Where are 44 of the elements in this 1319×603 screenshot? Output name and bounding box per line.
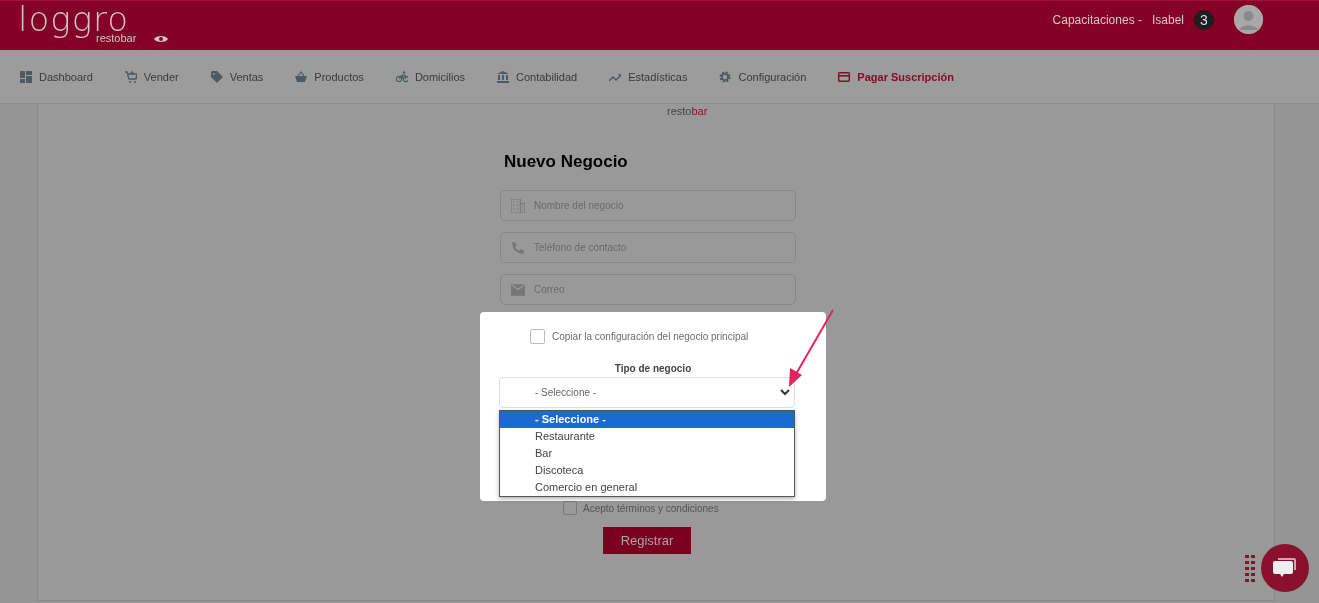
basket-icon xyxy=(295,70,308,83)
nav-link[interactable]: Dashboard xyxy=(20,70,93,83)
nav-link[interactable]: Productos xyxy=(295,70,364,83)
checkbox-label: Copiar la configuración del negocio principal xyxy=(552,331,749,342)
bank-icon xyxy=(497,70,509,83)
bike-icon xyxy=(395,70,408,83)
chat-button[interactable] xyxy=(1261,544,1309,592)
chat-icon xyxy=(1273,557,1297,579)
register-button[interactable]: Registrar xyxy=(603,527,691,554)
dropdown-option[interactable]: Discoteca xyxy=(500,462,794,479)
cart-icon xyxy=(124,70,137,83)
phone-icon xyxy=(511,240,525,255)
nav-link[interactable]: Vender xyxy=(124,70,179,83)
avatar[interactable] xyxy=(1234,5,1263,34)
checkbox-label: Acepto términos y condiciones xyxy=(583,502,719,514)
logo-wordmark[interactable]: loggro xyxy=(18,1,137,36)
building-icon xyxy=(511,198,525,213)
nav-link[interactable]: Estadísticas xyxy=(609,70,688,83)
checkbox[interactable] xyxy=(530,329,545,344)
notification-badge[interactable]: 3 xyxy=(1194,9,1214,30)
field-label: Tipo de negocio xyxy=(613,363,693,374)
grip-icon[interactable] xyxy=(1245,554,1255,582)
dropdown-option[interactable]: Restaurante xyxy=(500,428,794,445)
eye-icon[interactable] xyxy=(154,33,169,44)
logo-subtitle: restobar xyxy=(667,106,709,117)
card-icon xyxy=(838,70,851,83)
nav-link[interactable]: Ventas xyxy=(210,70,264,83)
user-name[interactable]: Isabel xyxy=(1151,12,1184,27)
tag-icon xyxy=(210,70,223,83)
mail-icon xyxy=(511,282,525,297)
checkbox[interactable] xyxy=(563,501,577,515)
gear-icon xyxy=(719,70,732,83)
form-title: Nuevo Negocio xyxy=(504,152,629,173)
grid-icon xyxy=(20,70,32,83)
company-name[interactable]: Capacitaciones - xyxy=(1052,12,1142,27)
nav-link[interactable]: Contabilidad xyxy=(497,70,578,83)
select-field[interactable]: - Seleccione - xyxy=(499,377,795,408)
dropdown-option[interactable]: Comercio en general xyxy=(500,479,794,496)
nav-link[interactable]: Pagar Suscripción xyxy=(838,70,954,83)
nav-link[interactable]: Domicilios xyxy=(395,70,465,83)
nav-link[interactable]: Configuración xyxy=(719,70,807,83)
dropdown-option[interactable]: - Seleccione - xyxy=(500,411,794,428)
chevron-icon xyxy=(780,389,790,396)
dropdown-option[interactable]: Bar xyxy=(500,445,794,462)
